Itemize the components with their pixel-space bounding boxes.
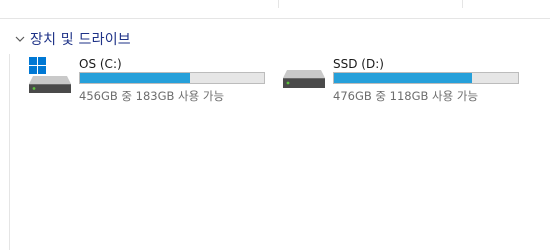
column-separator: [278, 0, 279, 8]
chevron-down-icon[interactable]: [14, 33, 26, 45]
usage-bar-fill: [334, 73, 473, 83]
usage-bar-fill: [80, 73, 191, 83]
column-separator: [462, 0, 463, 8]
usage-bar: [333, 72, 519, 84]
hard-drive-icon: [281, 56, 327, 96]
drive-name: SSD (D:): [333, 57, 384, 71]
devices-and-drives-group-header[interactable]: 장치 및 드라이브: [14, 28, 131, 50]
group-title: 장치 및 드라이브: [30, 32, 131, 48]
drive-name: OS (C:): [79, 57, 122, 71]
drive-tile-c[interactable]: OS (C:) 456GB 중 183GB 사용 가능: [27, 56, 272, 106]
group-guide-line: [9, 54, 10, 250]
usage-bar: [79, 72, 265, 84]
free-space-text: 456GB 중 183GB 사용 가능: [79, 89, 225, 103]
free-space-text: 476GB 중 118GB 사용 가능: [333, 89, 479, 103]
drive-tile-d[interactable]: SSD (D:) 476GB 중 118GB 사용 가능: [281, 56, 526, 106]
file-explorer-content: 장치 및 드라이브 OS (C:) 456GB 중 183GB 사용 가능 SS…: [0, 0, 550, 250]
windows-drive-icon: [27, 56, 73, 96]
column-header-strip: [0, 0, 550, 19]
